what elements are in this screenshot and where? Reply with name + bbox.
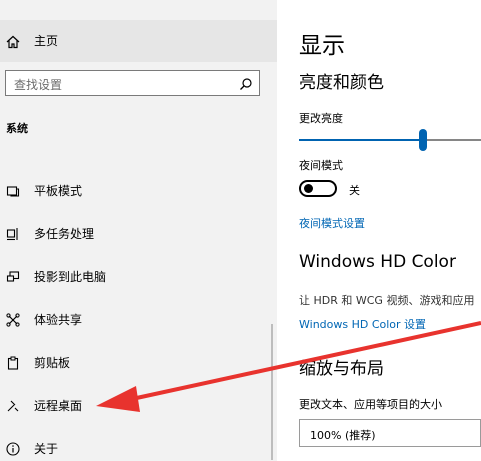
night-light-label: 夜间模式 (299, 159, 343, 172)
sidebar-item-label: 多任务处理 (34, 227, 95, 241)
sidebar-item-about[interactable]: 关于 (0, 436, 277, 460)
sidebar-item-label: 剪贴板 (34, 356, 71, 370)
search-input[interactable]: 查找设置 (5, 70, 260, 96)
hd-color-description: 让 HDR 和 WCG 视频、游戏和应用 (299, 294, 475, 307)
projecting-icon (6, 269, 20, 283)
info-icon (6, 441, 20, 456)
sidebar-item-multitasking[interactable]: 多任务处理 (0, 221, 277, 245)
home-icon (6, 34, 20, 49)
sidebar-item-home[interactable]: 主页 (0, 20, 277, 62)
scale-layout-section-title: 缩放与布局 (299, 359, 384, 379)
page-title: 显示 (299, 33, 345, 59)
display-settings-panel: 显示 亮度和颜色 更改亮度 夜间模式 关 夜间模式设置 Windows HD C… (277, 0, 481, 461)
scale-label: 更改文本、应用等项目的大小 (299, 398, 442, 411)
sidebar-item-shared-experiences[interactable]: 体验共享 (0, 307, 277, 331)
tablet-icon (6, 183, 20, 197)
sidebar-item-clipboard[interactable]: 剪贴板 (0, 350, 277, 374)
scale-dropdown[interactable]: 100% (推荐) (299, 419, 481, 447)
sidebar-item-label: 投影到此电脑 (34, 270, 107, 284)
sidebar-section-label: 系统 (6, 122, 28, 135)
hd-color-section-title: Windows HD Color (299, 252, 456, 272)
sidebar-item-label: 体验共享 (34, 313, 83, 327)
sidebar-item-tablet-mode[interactable]: 平板模式 (0, 178, 277, 202)
sidebar-item-label: 关于 (34, 442, 59, 456)
remote-desktop-icon (6, 398, 20, 412)
home-label: 主页 (34, 34, 59, 48)
night-light-toggle[interactable] (299, 180, 337, 197)
night-light-state: 关 (349, 184, 360, 197)
clipboard-icon (6, 355, 20, 370)
hd-color-settings-link[interactable]: Windows HD Color 设置 (299, 316, 426, 332)
scale-dropdown-value: 100% (推荐) (310, 429, 376, 442)
brightness-section-title: 亮度和颜色 (299, 73, 384, 93)
sidebar-scrollbar[interactable] (271, 324, 273, 460)
multitasking-icon (6, 226, 20, 241)
brightness-label: 更改亮度 (299, 112, 343, 125)
search-placeholder: 查找设置 (14, 78, 63, 92)
sidebar-item-remote-desktop[interactable]: 远程桌面 (0, 393, 277, 417)
night-light-settings-link[interactable]: 夜间模式设置 (299, 215, 365, 231)
sidebar-item-label: 远程桌面 (34, 399, 83, 413)
brightness-slider-fill (299, 139, 423, 141)
sidebar-item-label: 平板模式 (34, 184, 83, 198)
settings-sidebar: 主页 查找设置 系统 平板模式 多任务处理 投影到此电脑 体验共享 剪贴板 远程… (0, 0, 277, 461)
shared-experiences-icon (6, 312, 20, 327)
sidebar-item-projecting[interactable]: 投影到此电脑 (0, 264, 277, 288)
toggle-knob (304, 184, 313, 193)
search-icon[interactable] (239, 76, 253, 90)
brightness-slider-thumb[interactable] (418, 129, 427, 151)
